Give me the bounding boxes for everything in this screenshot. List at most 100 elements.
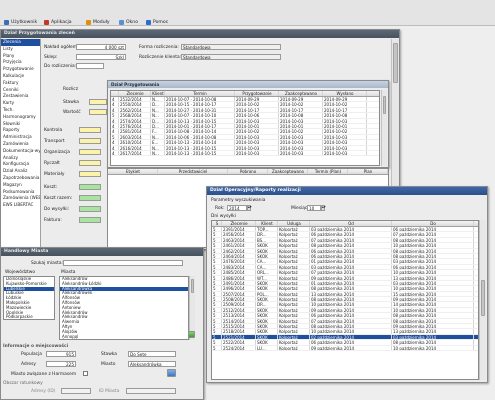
tree-item[interactable]: Zlecenia [1, 39, 40, 46]
organizacja-field[interactable] [79, 149, 101, 155]
subgrid-header-cell[interactable]: Przygotowanie [235, 91, 279, 96]
subgrid-header-cell[interactable]: Klient [151, 91, 165, 96]
report-header-cell[interactable]: Do [392, 221, 474, 226]
menu-item-0[interactable]: Użytkownik [4, 19, 37, 26]
voivodeship-item[interactable]: Podkarpackie [4, 315, 54, 319]
wartosc-field[interactable] [89, 109, 107, 115]
subgrid-header-cell[interactable]: Termin [165, 91, 235, 96]
voivodeship-list[interactable]: Dolnośląskie Kujawsko-Pomorskie Lubelskie L… [3, 276, 55, 320]
table-cell: 2513/2014 [222, 313, 256, 318]
add-city-button[interactable] [188, 331, 195, 338]
subgrid-scrollbar[interactable] [381, 90, 387, 166]
kontrola-field[interactable] [79, 127, 101, 133]
tree-item[interactable]: Słowniki [1, 121, 40, 128]
lower-header-cell[interactable]: Zaakceptowano [268, 169, 308, 174]
table-cell: 2464/2014 [222, 253, 256, 259]
city-list[interactable]: Aleksandrów Aleksandrów Łódzki Aleksandrów… [59, 276, 189, 340]
tree-item[interactable]: Administracja [1, 134, 40, 141]
save-city-button[interactable] [167, 369, 176, 377]
menu-item-1[interactable]: Aplikacja [44, 19, 72, 26]
tree-item[interactable]: Zamówienia [1, 141, 40, 148]
tree-item[interactable]: Harmonogramy [1, 114, 40, 121]
adresy-field[interactable]: 225 [46, 361, 76, 367]
rok-spinner[interactable]: ▴▾ [247, 205, 252, 211]
tree-item[interactable]: Przygotowanie [1, 66, 40, 73]
subgrid-header-cell[interactable]: Zaakceptowano [279, 91, 323, 96]
help-icon [146, 20, 151, 25]
tree-item[interactable]: Listy [1, 46, 40, 53]
faktura-field[interactable] [79, 217, 101, 223]
miesiac-field[interactable]: 10 [307, 205, 321, 211]
do-rozliczenia-field[interactable] [76, 63, 104, 69]
lower-header-cell[interactable]: Przedstawiciel [158, 169, 228, 174]
table-cell: Kolportaż [278, 345, 310, 350]
subgrid-header-cell[interactable]: Zlecenie [119, 91, 151, 96]
table-cell: 2515/2014 [222, 324, 256, 329]
tree-item[interactable]: Zapotrzebowania [1, 175, 40, 182]
koszt-razem-field[interactable] [79, 195, 101, 201]
menu-item-2[interactable]: Moduły [86, 19, 110, 26]
stawka-city-select[interactable]: Do Sete [128, 351, 176, 357]
table-row[interactable]: 5 2524/2014 LU... Kolportaż 09 października … [212, 345, 478, 351]
miasto-field[interactable]: Aleksandrówka [128, 361, 176, 367]
do-wysylki-field[interactable] [79, 206, 101, 212]
lower-header-cell[interactable]: Etykiet [108, 169, 158, 174]
tree-item[interactable]: Analizy [1, 155, 40, 162]
tree-item[interactable]: Zamówienia (WEB) [1, 195, 40, 202]
menu-item-3[interactable]: Okno [119, 19, 138, 26]
report-header-cell[interactable]: Od [310, 221, 392, 226]
koszt-field[interactable] [79, 184, 101, 190]
tree-item[interactable]: Dział Analiz [1, 168, 40, 175]
table-cell: 08 października 2014 [310, 286, 392, 291]
report-header-cell[interactable]: Klient [256, 221, 278, 226]
report-header-cell[interactable]: Usługa [278, 221, 310, 226]
tree-item[interactable]: Plany [1, 53, 40, 60]
tree-item[interactable]: Konfiguracja [1, 161, 40, 168]
transport-field[interactable] [79, 138, 101, 144]
menu-item-4[interactable]: Pomoc [146, 19, 168, 26]
tree-item[interactable]: Dokumentacja-wyceny [1, 148, 40, 155]
tree-item[interactable]: Podsumowania [1, 189, 40, 196]
naklad-field[interactable]: 4 000 szt [76, 44, 126, 50]
lower-header-cell[interactable]: Plan [348, 169, 388, 174]
harmas-checkbox[interactable] [83, 371, 88, 376]
table-cell: 2581/2014 [119, 129, 151, 134]
footer-field-1[interactable] [61, 388, 91, 394]
miesiac-spinner[interactable]: ▴▾ [321, 205, 326, 211]
tree-item[interactable]: Kalkulacje [1, 73, 40, 80]
menu-item-label: Pomoc [153, 20, 169, 25]
report-scrollbar[interactable] [479, 220, 486, 380]
stawka-field[interactable] [89, 99, 107, 105]
forma-field[interactable]: Standardowa [181, 44, 281, 50]
subgrid-header-cell[interactable] [111, 91, 119, 96]
footer-field-2[interactable] [126, 388, 176, 394]
materialy-field[interactable] [79, 171, 101, 177]
city-item[interactable]: Antoniów [62, 339, 81, 340]
tree-item[interactable]: Przyjęcia [1, 59, 40, 66]
tree-item[interactable]: Magazyn [1, 182, 40, 189]
report-header-cell[interactable]: Zlecenie [222, 221, 256, 226]
sklep-field[interactable]: Szkl [76, 54, 126, 60]
table-cell: 5 [212, 340, 222, 345]
lower-header-cell[interactable]: Termin (Plan) [308, 169, 348, 174]
table-row[interactable]: 4 2617/2014 N... 2014-10-13 · 2014-10-15 201… [111, 150, 379, 157]
rok-field[interactable]: 2014 [227, 205, 247, 211]
tree-item[interactable]: Zestawienia [1, 93, 40, 100]
subgrid-header-cell[interactable]: Wysłano [323, 91, 367, 96]
szukaj-input[interactable] [63, 260, 183, 266]
tree-item[interactable]: Cenniki [1, 87, 40, 94]
tree-item[interactable]: Raporty [1, 127, 40, 134]
populacja-field[interactable]: 915 [46, 351, 76, 357]
rozliczenie-field[interactable]: Standardowa [181, 54, 281, 60]
ryczalt-field[interactable] [79, 160, 101, 166]
table-cell: Kolportaż [278, 334, 310, 340]
tree-item[interactable]: Faktury [1, 80, 40, 87]
table-cell: F... [151, 129, 165, 134]
adresy-label: Adresy [21, 362, 37, 367]
lower-header-cell[interactable]: Pobrano [228, 169, 268, 174]
report-header-cell[interactable]: S [212, 221, 222, 226]
tree-item[interactable]: EWS LIBERTAC [1, 202, 40, 209]
tree-item[interactable]: Karty [1, 100, 40, 107]
table-cell: 2014-09-29 [279, 97, 323, 102]
tree-item[interactable]: Tech. [1, 107, 40, 114]
